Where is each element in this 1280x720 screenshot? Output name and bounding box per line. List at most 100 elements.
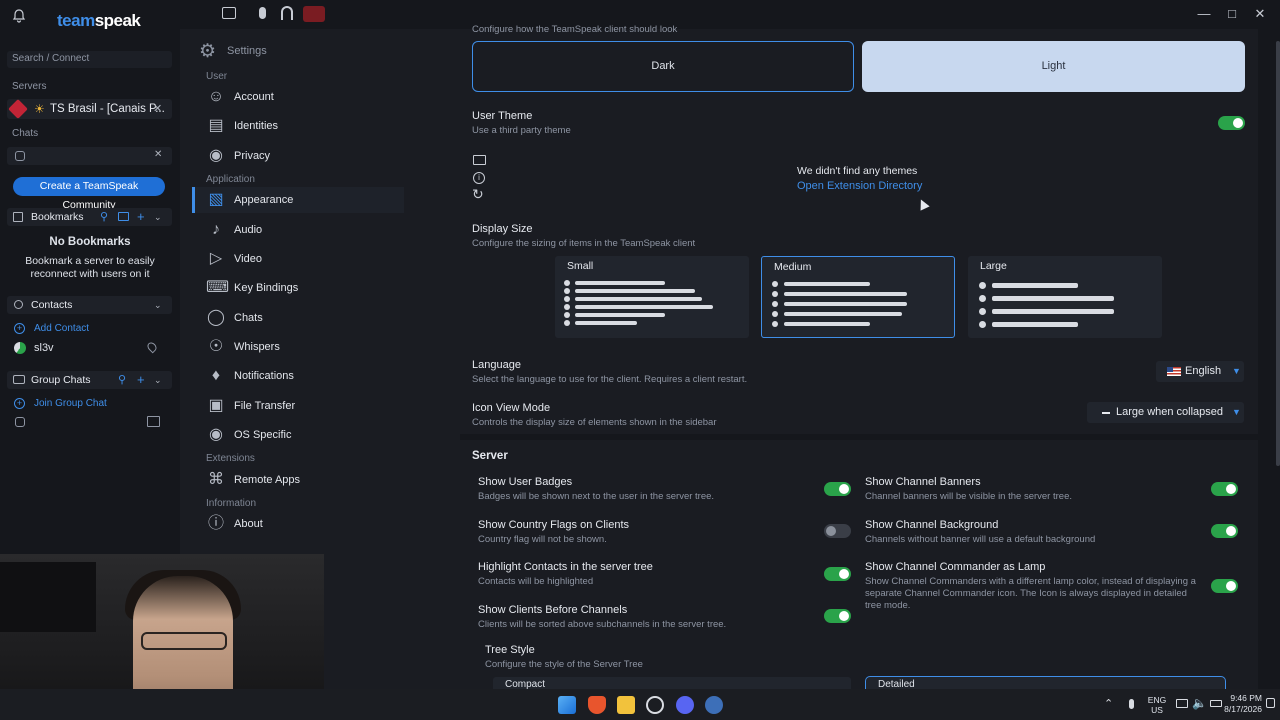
discord-icon[interactable] [676, 696, 694, 714]
create-community-button[interactable]: Create a TeamSpeak Community [13, 177, 165, 211]
show-user-badges-desc: Badges will be shown next to the user in… [478, 491, 715, 502]
network-icon[interactable] [1176, 699, 1188, 708]
bookmark-hint: Bookmark a server to easily reconnect wi… [25, 255, 155, 280]
volume-icon[interactable]: 🔈 [1192, 696, 1207, 710]
bookmark-search-icon[interactable]: ⚲ [100, 208, 108, 226]
nav-appearance[interactable]: ▧ Appearance [192, 187, 404, 213]
location-pin-icon[interactable] [145, 340, 159, 354]
windows-start-icon[interactable] [558, 696, 576, 714]
group-add-icon[interactable]: + [137, 371, 145, 389]
preview-line [575, 313, 665, 317]
preview-line [784, 312, 902, 316]
channel-background-toggle[interactable] [1211, 524, 1238, 538]
notification-center-icon[interactable] [1266, 698, 1275, 708]
tree-detailed-option[interactable]: Detailed [865, 676, 1226, 689]
dark-theme-button[interactable]: Dark [472, 41, 854, 92]
bookmark-chevron-icon[interactable]: ⌄ [154, 208, 162, 226]
nav-whispers[interactable]: ☉ Whispers [194, 334, 404, 360]
scrollbar-thumb[interactable] [1276, 41, 1280, 466]
nav-video[interactable]: ▷ Video [194, 246, 404, 272]
bookmark-add-icon[interactable]: + [137, 208, 145, 226]
preview-dot [564, 320, 570, 326]
icon-view-select[interactable]: Large when collapsed ▼ [1087, 402, 1244, 423]
size-medium-card[interactable]: Medium [761, 256, 955, 338]
chat-close-icon[interactable]: ✕ [154, 149, 162, 160]
language-indicator[interactable]: ENG US [1145, 695, 1169, 715]
language-desc: Select the language to use for the clien… [472, 374, 748, 385]
notification-bell-icon[interactable] [12, 9, 26, 23]
bookmark-folder-icon[interactable] [118, 212, 129, 221]
light-theme-button[interactable]: Light [862, 41, 1245, 92]
user-theme-toggle[interactable] [1218, 116, 1245, 130]
nav-privacy[interactable]: ◉ Privacy [194, 143, 404, 169]
size-small-card[interactable]: Small [555, 256, 749, 338]
appearance-panel: Configure how the TeamSpeak client shoul… [460, 24, 1280, 689]
brave-browser-icon[interactable] [588, 696, 606, 714]
commander-lamp-toggle[interactable] [1211, 579, 1238, 593]
country-flags-toggle[interactable] [824, 524, 851, 538]
folder-icon[interactable] [473, 155, 486, 165]
bookmarks-header[interactable]: Bookmarks ⚲ + ⌄ [7, 208, 172, 226]
server-tab[interactable]: ☀ TS Brasil - [Canais P... ✕ [7, 99, 172, 119]
show-user-badges-toggle[interactable] [824, 482, 851, 496]
windows-taskbar [0, 689, 1280, 720]
highlight-contacts-toggle[interactable] [824, 567, 851, 581]
contacts-chevron-icon[interactable]: ⌄ [154, 296, 162, 314]
nav-label: Key Bindings [234, 282, 299, 294]
tree-compact-option[interactable]: Compact [493, 677, 851, 689]
nav-label: About [234, 518, 263, 530]
nav-account[interactable]: ☺ Account [194, 84, 404, 110]
clients-before-channels-toggle[interactable] [824, 609, 851, 623]
info-circle-icon[interactable]: i [473, 172, 485, 184]
server-close-icon[interactable]: ✕ [153, 102, 162, 115]
preview-line [575, 305, 713, 309]
join-group-icon: + [14, 398, 25, 409]
preview-dot [564, 312, 570, 318]
clients-before-channels-title: Show Clients Before Channels [478, 604, 628, 616]
away-status-icon[interactable] [303, 6, 325, 22]
size-large-card[interactable]: Large [968, 256, 1162, 338]
channel-background-title: Show Channel Background [865, 519, 999, 531]
minimize-icon[interactable]: — [1196, 6, 1212, 22]
nav-os-specific[interactable]: ◉ OS Specific [194, 422, 404, 448]
bookmark-icon [13, 212, 23, 222]
open-extension-link[interactable]: Open Extension Directory [797, 180, 922, 192]
commander-lamp-title: Show Channel Commander as Lamp [865, 561, 1046, 573]
close-icon[interactable]: ✕ [1252, 6, 1268, 22]
headphones-icon[interactable] [281, 6, 293, 20]
group-chevron-icon[interactable]: ⌄ [154, 371, 162, 389]
channel-banners-toggle[interactable] [1211, 482, 1238, 496]
contact-row[interactable]: sl3v [14, 340, 164, 357]
maximize-icon[interactable]: □ [1224, 6, 1240, 22]
group-search-icon[interactable]: ⚲ [118, 371, 126, 389]
user-theme-title: User Theme [472, 110, 533, 122]
nav-label: Remote Apps [234, 474, 301, 486]
obs-icon[interactable] [646, 696, 664, 714]
nav-chats[interactable]: ◯ Chats [194, 305, 404, 331]
teamspeak-taskbar-icon[interactable] [705, 696, 723, 714]
nav-about[interactable]: ⓘ About [194, 511, 404, 537]
nav-audio[interactable]: ♪ Audio [194, 217, 404, 243]
file-explorer-icon[interactable] [617, 696, 635, 714]
search-connect-input[interactable]: Search / Connect [7, 51, 172, 68]
screen-share-icon[interactable] [147, 416, 160, 427]
nav-identities[interactable]: ▤ Identities [194, 113, 404, 139]
microphone-icon[interactable] [259, 7, 266, 19]
us-flag-icon [1167, 367, 1181, 376]
nav-remote-apps[interactable]: ⌘ Remote Apps [194, 467, 404, 493]
record-icon[interactable] [222, 7, 236, 19]
lang-code: ENG [1147, 695, 1167, 705]
refresh-icon[interactable]: ↻ [472, 186, 484, 203]
language-select[interactable]: English ▼ [1156, 361, 1244, 382]
clock-time: 9:46 PM [1230, 693, 1262, 703]
system-clock[interactable]: 9:46 PM 8/17/2026 [1208, 693, 1262, 715]
contacts-header[interactable]: Contacts ⌄ [7, 296, 172, 314]
group-chats-header[interactable]: Group Chats ⚲ + ⌄ [7, 371, 172, 389]
account-icon: ☺ [207, 88, 225, 105]
chat-tab[interactable]: ✕ [7, 147, 172, 165]
nav-file-transfer[interactable]: ▣ File Transfer [194, 393, 404, 419]
nav-notifications[interactable]: ♦ Notifications [194, 363, 404, 389]
chevron-up-icon[interactable]: ⌃ [1104, 697, 1113, 710]
chevron-down-icon: ▼ [1232, 407, 1241, 417]
nav-key-bindings[interactable]: ⌨ Key Bindings [194, 275, 404, 301]
